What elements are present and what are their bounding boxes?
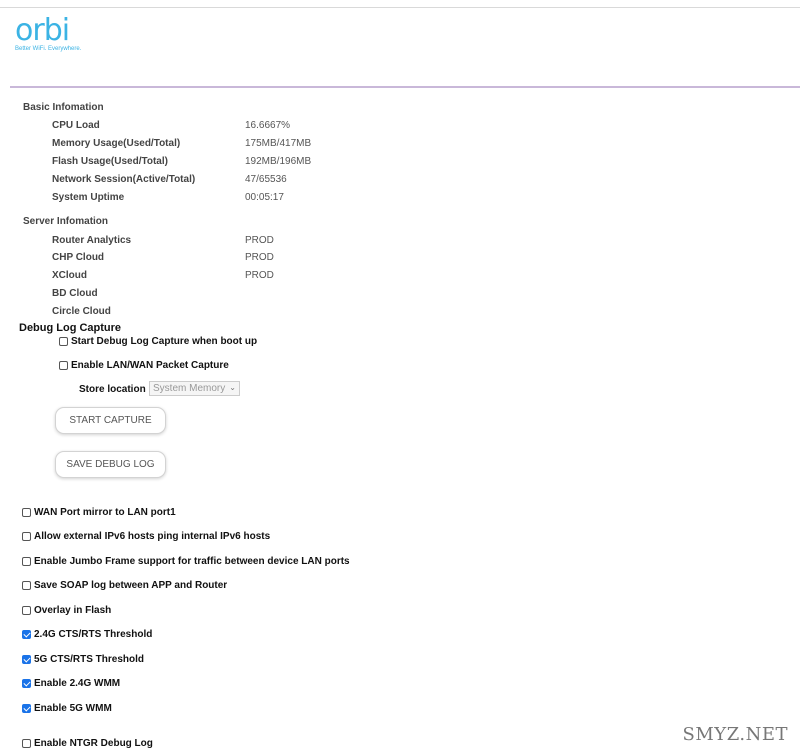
setting-jumbo-frame[interactable]: Enable Jumbo Frame support for traffic b…	[22, 556, 350, 567]
setting-label: Save SOAP log between APP and Router	[34, 580, 228, 591]
setting-save-soap-log[interactable]: Save SOAP log between APP and Router	[22, 580, 227, 591]
setting-label: Allow external IPv6 hosts ping internal …	[34, 531, 271, 542]
store-location-select[interactable]: System Memory ⌄	[149, 381, 240, 396]
memory-usage-label: Memory Usage(Used/Total)	[52, 138, 181, 149]
router-analytics-value: PROD	[245, 235, 274, 246]
start-capture-button[interactable]: START CAPTURE	[55, 407, 166, 434]
system-uptime-label: System Uptime	[52, 192, 125, 203]
setting-label: WAN Port mirror to LAN port1	[34, 507, 176, 518]
setting-label: 2.4G CTS/RTS Threshold	[34, 629, 153, 640]
store-location-value: System Memory	[153, 383, 226, 394]
logo-word: orbi	[15, 13, 70, 48]
xcloud-label: XCloud	[52, 270, 87, 281]
header-divider	[10, 86, 800, 88]
system-uptime-value: 00:05:17	[245, 192, 284, 203]
basic-info-title: Basic Infomation	[23, 102, 104, 113]
save-debug-log-button[interactable]: SAVE DEBUG LOG	[55, 451, 166, 478]
store-location-label: Store location	[79, 384, 146, 395]
setting-label: 5G CTS/RTS Threshold	[34, 654, 145, 665]
checkbox-checked[interactable]	[22, 704, 31, 713]
router-analytics-label: Router Analytics	[52, 235, 132, 246]
setting-5g-cts-rts[interactable]: 5G CTS/RTS Threshold	[22, 654, 144, 665]
checkbox[interactable]	[22, 606, 31, 615]
debug-option-boot[interactable]: Start Debug Log Capture when boot up	[59, 336, 257, 347]
chevron-down-icon: ⌄	[229, 383, 236, 392]
setting-24g-cts-rts[interactable]: 2.4G CTS/RTS Threshold	[22, 629, 152, 640]
setting-overlay-flash[interactable]: Overlay in Flash	[22, 605, 111, 616]
flash-usage-label: Flash Usage(Used/Total)	[52, 156, 168, 167]
debug-option-boot-label: Start Debug Log Capture when boot up	[71, 336, 258, 347]
setting-ntgr-debug-log[interactable]: Enable NTGR Debug Log	[22, 738, 153, 749]
setting-ipv6-ping[interactable]: Allow external IPv6 hosts ping internal …	[22, 531, 270, 542]
network-session-label: Network Session(Active/Total)	[52, 174, 196, 185]
logo-tagline: Better WiFi. Everywhere.	[15, 46, 82, 52]
server-info-title: Server Infomation	[23, 216, 109, 227]
flash-usage-value: 192MB/196MB	[245, 156, 312, 167]
orbi-logo: orbi Better WiFi. Everywhere.	[15, 13, 82, 53]
cpu-load-label: CPU Load	[52, 120, 100, 131]
network-session-value: 47/65536	[245, 174, 287, 185]
setting-wan-port-mirror[interactable]: WAN Port mirror to LAN port1	[22, 507, 176, 518]
setting-label: Enable 5G WMM	[34, 703, 112, 714]
checkbox[interactable]	[22, 508, 31, 517]
cpu-load-value: 16.6667%	[245, 120, 291, 131]
circle-cloud-label: Circle Cloud	[52, 306, 111, 317]
checkbox-checked[interactable]	[22, 655, 31, 664]
bd-cloud-label: BD Cloud	[52, 288, 98, 299]
checkbox[interactable]	[22, 557, 31, 566]
watermark: SMYZ.NET	[682, 724, 788, 745]
setting-5g-wmm[interactable]: Enable 5G WMM	[22, 703, 112, 714]
xcloud-value: PROD	[245, 270, 274, 281]
debug-option-packet-capture[interactable]: Enable LAN/WAN Packet Capture	[59, 360, 229, 371]
debug-option-packet-capture-label: Enable LAN/WAN Packet Capture	[71, 360, 229, 371]
top-border	[0, 7, 800, 8]
checkbox[interactable]	[22, 581, 31, 590]
chp-cloud-label: CHP Cloud	[52, 252, 105, 263]
checkbox[interactable]	[22, 739, 31, 748]
setting-label: Enable 2.4G WMM	[34, 678, 121, 689]
chp-cloud-value: PROD	[245, 252, 274, 263]
setting-label: Overlay in Flash	[34, 605, 112, 616]
setting-label: Enable Jumbo Frame support for traffic b…	[34, 556, 350, 567]
checkbox[interactable]	[59, 337, 68, 346]
memory-usage-value: 175MB/417MB	[245, 138, 312, 149]
checkbox[interactable]	[59, 361, 68, 370]
checkbox[interactable]	[22, 532, 31, 541]
setting-24g-wmm[interactable]: Enable 2.4G WMM	[22, 678, 120, 689]
setting-label: Enable NTGR Debug Log	[34, 738, 153, 749]
checkbox-checked[interactable]	[22, 679, 31, 688]
debug-log-capture-title: Debug Log Capture	[19, 322, 122, 334]
checkbox-checked[interactable]	[22, 630, 31, 639]
